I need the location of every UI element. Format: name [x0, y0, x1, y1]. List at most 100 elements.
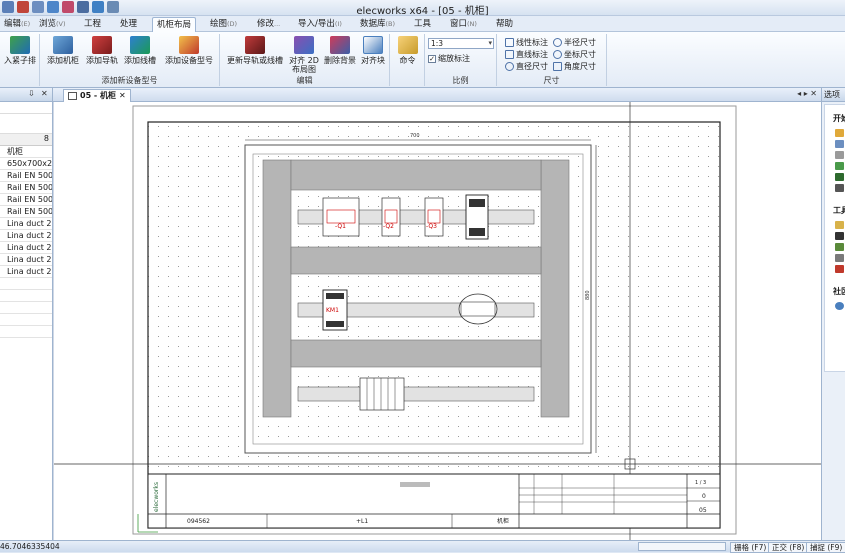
- list-item[interactable]: Rail EN 500: [0, 194, 52, 206]
- left-panel-header: ⇩ ✕: [0, 88, 52, 102]
- tab-project[interactable]: 工程: [80, 17, 105, 32]
- contactor-terminals-top: [326, 293, 344, 299]
- list-item-empty: [0, 278, 52, 290]
- pencil-icon[interactable]: [835, 221, 844, 229]
- community-icon[interactable]: [835, 302, 844, 310]
- right-panel-header: 选项: [822, 88, 845, 102]
- list-item[interactable]: 650x700x2: [0, 158, 52, 170]
- ortho-toggle[interactable]: 正交 (F8): [768, 542, 809, 553]
- list-item-empty: [0, 326, 52, 338]
- add-duct-button[interactable]: 添加线槽: [121, 36, 159, 65]
- list-item[interactable]: Lina duct 2: [0, 218, 52, 230]
- update-rails-button[interactable]: 更新导轨或线槽: [224, 36, 286, 65]
- close-icon[interactable]: ✕: [41, 89, 48, 98]
- snap-toggle[interactable]: 捕捉 (F9): [806, 542, 845, 553]
- list-item[interactable]: Lina duct 2: [0, 254, 52, 266]
- group-label-edit: 编辑: [296, 76, 313, 85]
- update-rails-icon: [245, 36, 265, 54]
- open-project-icon[interactable]: [835, 140, 844, 148]
- breaker-q3-label: -Q3: [426, 223, 437, 230]
- help-ring-icon[interactable]: [835, 265, 844, 273]
- coordinate-readout: 46.7046335404: [0, 542, 60, 551]
- drawing-canvas[interactable]: 700 880 -Q1 -Q2 -Q3 KM1 elecworks 094562…: [53, 102, 822, 540]
- linear-dimension-icon: [505, 38, 514, 47]
- archive-icon[interactable]: [835, 162, 844, 170]
- new-project-icon[interactable]: [835, 129, 844, 137]
- duct-vertical-right: [540, 159, 570, 418]
- coordinate-dimension-icon: [553, 50, 562, 59]
- title-page-fraction: 1 / 3: [695, 480, 706, 486]
- list-item[interactable]: Lina duct 2: [0, 242, 52, 254]
- insert-terminal-strip-button[interactable]: 入紧子排: [0, 36, 40, 65]
- cabinet-item-list: 机柜 650x700x2 Rail EN 500 Rail EN 500 Rai…: [0, 146, 52, 338]
- grid-toggle[interactable]: 栅格 (F7): [730, 542, 771, 553]
- pin-icon[interactable]: ⇩: [28, 89, 35, 98]
- align-block-icon: [363, 36, 383, 54]
- recent-project-icon[interactable]: [835, 151, 844, 159]
- section-tools: 工具: [833, 206, 845, 215]
- title-sheet-name: 机柜: [497, 517, 509, 525]
- linear-dimension-button[interactable]: 线性标注: [505, 37, 548, 48]
- coordinate-dimension-button[interactable]: 坐标尺寸: [553, 49, 596, 60]
- list-item-empty: [0, 302, 52, 314]
- align-block-button[interactable]: 对齐块: [358, 36, 388, 65]
- command-icon: [397, 36, 418, 54]
- list-item[interactable]: Rail EN 500: [0, 206, 52, 218]
- left-panel-spacer: [0, 102, 52, 114]
- list-item[interactable]: 机柜: [0, 146, 52, 158]
- align-2d-button[interactable]: 对齐 2D 布局图: [286, 36, 322, 74]
- tab-document-05[interactable]: 05 - 机柜 ✕: [63, 89, 131, 102]
- diameter-dimension-button[interactable]: 直径尺寸: [505, 61, 548, 72]
- tab-help[interactable]: 帮助: [492, 17, 517, 32]
- tab-tools[interactable]: 工具: [410, 17, 435, 32]
- document-icon: [68, 92, 77, 100]
- tool-icon[interactable]: [835, 243, 844, 251]
- scale-annotation-checkbox[interactable]: ✓ 缩放标注: [428, 53, 470, 64]
- tab-window[interactable]: 窗口(N): [446, 17, 481, 32]
- command-button[interactable]: 命令: [392, 36, 423, 65]
- group-add-new: 添加机柜 添加导轨 添加线槽 添加设备型号 添加新设备型号: [40, 34, 220, 86]
- close-tab-icon[interactable]: ✕: [119, 90, 126, 102]
- list-item[interactable]: Lina duct 2: [0, 230, 52, 242]
- tab-import-export[interactable]: 导入/导出(I): [294, 17, 346, 32]
- add-device-button[interactable]: 添加设备型号: [162, 36, 216, 65]
- wizard-icon[interactable]: [835, 254, 844, 262]
- tab-cabinet-layout[interactable]: 机柜布局: [152, 17, 197, 32]
- list-item[interactable]: Rail EN 500: [0, 182, 52, 194]
- cabinet-drawing: 700 880 -Q1 -Q2 -Q3 KM1 elecworks 094562…: [54, 102, 822, 540]
- tab-nav-arrows[interactable]: ◂ ▸ ✕: [797, 89, 817, 98]
- title-page-number: 05: [699, 507, 707, 514]
- duct-icon: [130, 36, 150, 54]
- ribbon: 入紧子排 添加机柜 添加导轨 添加线槽 添加设备型号 添加新设备型号 更新导轨或…: [0, 32, 845, 88]
- scale-select[interactable]: 1:3: [428, 38, 494, 49]
- list-item-empty: [0, 290, 52, 302]
- tab-view[interactable]: 浏览(V): [35, 17, 70, 32]
- tab-process[interactable]: 处理: [116, 17, 141, 32]
- tab-modify[interactable]: 修改...: [253, 17, 284, 32]
- left-panel-spacer-2: [0, 114, 52, 134]
- list-item-empty: [0, 314, 52, 326]
- group-command: 命令: [390, 34, 425, 86]
- add-cabinet-button[interactable]: 添加机柜: [44, 36, 82, 65]
- aligned-dimension-button[interactable]: 直线标注: [505, 49, 548, 60]
- group-label-add-new: 添加新设备型号: [101, 76, 158, 85]
- tab-edit[interactable]: 编辑(E): [0, 17, 34, 32]
- delete-background-button[interactable]: 删除背景: [322, 36, 358, 65]
- print-setup-icon[interactable]: [835, 184, 844, 192]
- add-rail-button[interactable]: 添加导轨: [83, 36, 121, 65]
- duct-horizontal-3: [290, 339, 542, 368]
- section-start: 开始: [833, 114, 845, 123]
- checkbox-check-icon: ✓: [428, 54, 436, 63]
- radius-dimension-button[interactable]: 半径尺寸: [553, 37, 596, 48]
- align-2d-icon: [294, 36, 314, 54]
- list-item[interactable]: Lina duct 2: [0, 266, 52, 278]
- tab-database[interactable]: 数据库(B): [356, 17, 399, 32]
- list-item[interactable]: Rail EN 500: [0, 170, 52, 182]
- tab-draw[interactable]: 绘图(D): [206, 17, 241, 32]
- library-icon[interactable]: [835, 173, 844, 181]
- angle-dimension-button[interactable]: 角度尺寸: [553, 61, 596, 72]
- barcode-icon[interactable]: [835, 232, 844, 240]
- title-center-code: +L1: [356, 518, 368, 525]
- breaker-q1: [322, 197, 360, 237]
- breaker-q1-label: -Q1: [335, 223, 346, 230]
